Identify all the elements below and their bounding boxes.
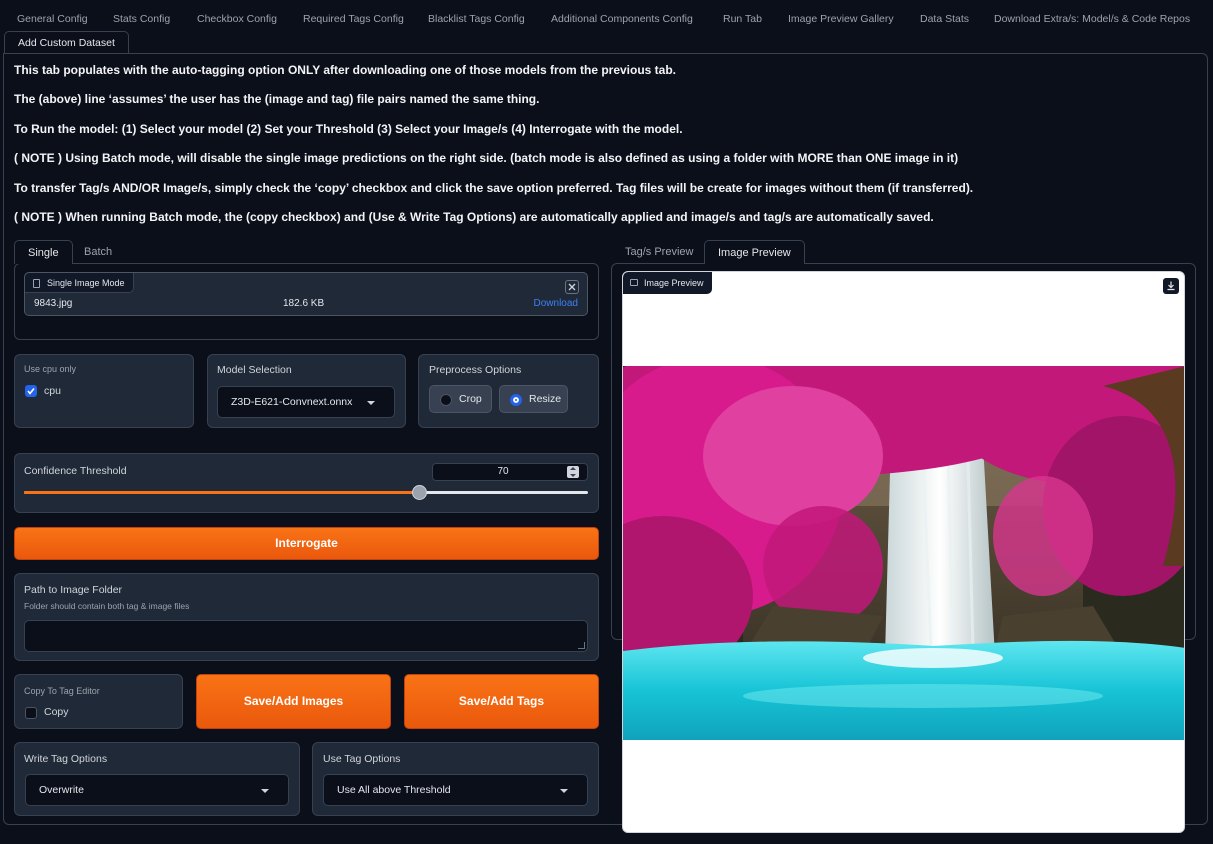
threshold-slider-thumb[interactable] (411, 485, 427, 500)
write-tag-dropdown-value: Overwrite (39, 784, 84, 796)
file-icon (33, 279, 40, 288)
download-image-button[interactable] (1163, 278, 1179, 294)
tab-required-tags-config[interactable]: Required Tags Config (290, 8, 417, 30)
tab-run[interactable]: Run Tab (710, 8, 775, 30)
clear-file-button[interactable] (565, 280, 579, 294)
image-folder-input[interactable] (24, 620, 588, 652)
image-preview-badge-label: Image Preview (644, 278, 704, 288)
file-name: 9843.jpg (34, 298, 73, 309)
tab-additional-components-config[interactable]: Additional Components Config (538, 8, 706, 30)
use-tag-label: Use Tag Options (323, 753, 401, 765)
note-line-2: The (above) line ‘assumes’ the user has … (14, 92, 540, 106)
save-images-button[interactable]: Save/Add Images (196, 674, 391, 729)
radio-crop[interactable]: Crop (429, 385, 492, 413)
threshold-slider[interactable] (24, 485, 588, 500)
model-selection-label: Model Selection (217, 364, 292, 376)
threshold-number-input[interactable]: 70 (432, 463, 588, 481)
check-icon (27, 388, 35, 395)
chevron-down-icon (261, 789, 269, 793)
waterfall-photo (623, 366, 1184, 740)
radio-crop-label: Crop (459, 393, 482, 405)
model-dropdown[interactable]: Z3D-E621-Convnext.onnx (217, 386, 395, 418)
image-folder-label: Path to Image Folder (24, 584, 123, 596)
image-preview: Image Preview (622, 271, 1185, 833)
file-upload-badge-label: Single Image Mode (47, 278, 125, 288)
cpu-panel: Use cpu only cpu (14, 354, 194, 428)
write-tag-dropdown[interactable]: Overwrite (25, 774, 289, 806)
tab-image-preview[interactable]: Image Preview (704, 240, 805, 264)
copy-label: Copy To Tag Editor (24, 686, 100, 696)
tab-stats-config[interactable]: Stats Config (100, 8, 183, 30)
write-tag-label: Write Tag Options (24, 753, 108, 765)
threshold-value: 70 (497, 466, 509, 477)
image-preview-badge: Image Preview (623, 272, 712, 294)
radio-resize-label: Resize (529, 393, 562, 405)
note-line-3: To Run the model: (1) Select your model … (14, 122, 683, 136)
tab-general-config[interactable]: General Config (4, 8, 101, 30)
tab-single[interactable]: Single (14, 240, 73, 264)
download-icon (1167, 281, 1175, 291)
note-line-6: ( NOTE ) When running Batch mode, the (c… (14, 210, 934, 224)
note-line-4: ( NOTE ) Using Batch mode, will disable … (14, 151, 959, 165)
radio-resize-indicator (510, 394, 522, 406)
image-icon (630, 279, 638, 286)
image-folder-info: Folder should contain both tag & image f… (24, 601, 190, 611)
resize-grip-icon[interactable] (578, 642, 585, 649)
tab-blacklist-tags-config[interactable]: Blacklist Tags Config (415, 8, 538, 30)
chevron-down-icon (367, 401, 375, 405)
file-size: 182.6 KB (283, 298, 325, 309)
radio-resize[interactable]: Resize (499, 385, 568, 413)
spinner-icon[interactable] (567, 466, 579, 478)
tab-checkbox-config[interactable]: Checkbox Config (184, 8, 290, 30)
threshold-label: Confidence Threshold (24, 465, 127, 477)
save-tags-button[interactable]: Save/Add Tags (404, 674, 599, 729)
cpu-checkbox[interactable] (25, 385, 37, 397)
use-tag-dropdown[interactable]: Use All above Threshold (323, 774, 588, 806)
write-tag-panel: Write Tag Options Overwrite (14, 742, 300, 816)
tab-data-stats[interactable]: Data Stats (907, 8, 982, 30)
file-download-link[interactable]: Download (534, 298, 578, 309)
tab-download-extras[interactable]: Download Extra/s: Model/s & Code Repos (981, 8, 1203, 30)
tab-image-preview-gallery[interactable]: Image Preview Gallery (775, 8, 907, 30)
preprocess-label: Preprocess Options (429, 364, 522, 376)
cpu-option-label: cpu (44, 385, 61, 397)
tab-add-custom-dataset[interactable]: Add Custom Dataset (4, 31, 129, 53)
interrogate-button[interactable]: Interrogate (14, 527, 599, 560)
note-line-5: To transfer Tag/s AND/OR Image/s, simply… (14, 181, 974, 195)
file-upload-badge: Single Image Mode (25, 273, 134, 293)
file-upload: Single Image Mode 9843.jpg 182.6 KB Down… (24, 272, 588, 316)
preprocess-panel: Preprocess Options Crop Resize (418, 354, 599, 428)
model-dropdown-value: Z3D-E621-Convnext.onnx (231, 396, 353, 408)
tab-tags-preview[interactable]: Tag/s Preview (612, 240, 706, 264)
use-tag-panel: Use Tag Options Use All above Threshold (312, 742, 599, 816)
radio-crop-indicator (440, 394, 452, 406)
close-icon (568, 283, 576, 291)
cpu-label: Use cpu only (24, 364, 77, 374)
copy-panel: Copy To Tag Editor Copy (14, 674, 183, 729)
copy-checkbox[interactable] (25, 707, 37, 719)
use-tag-dropdown-value: Use All above Threshold (337, 784, 451, 796)
threshold-panel: Confidence Threshold (14, 453, 599, 513)
tab-batch[interactable]: Batch (71, 240, 125, 264)
threshold-slider-fill (24, 491, 419, 494)
copy-option-label: Copy (44, 706, 69, 718)
chevron-down-icon (560, 789, 568, 793)
model-selection-panel: Model Selection Z3D-E621-Convnext.onnx (207, 354, 406, 428)
note-line-1: This tab populates with the auto-tagging… (14, 63, 677, 77)
